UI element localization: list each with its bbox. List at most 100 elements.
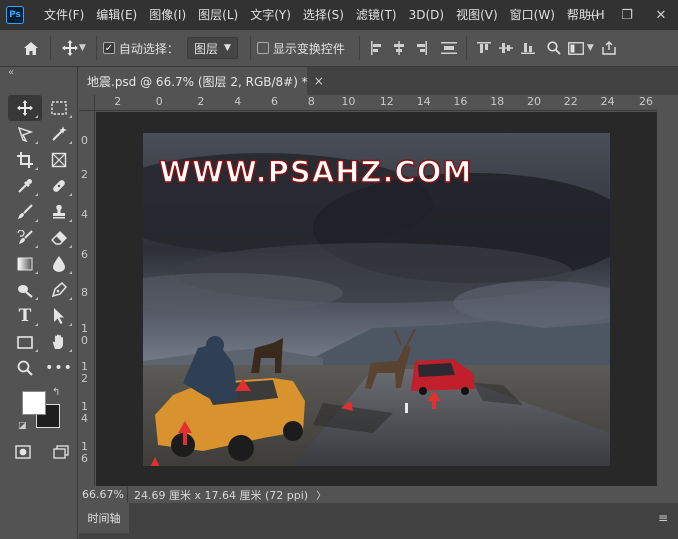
auto-select-target-dropdown[interactable]: 图层 ▼: [186, 37, 238, 59]
menu-window[interactable]: 窗口(W): [504, 0, 561, 30]
zoom-icon[interactable]: [8, 355, 42, 381]
status-menu-arrow-icon[interactable]: 〉: [316, 487, 326, 502]
ruler-tick-label: 1 6: [81, 440, 88, 465]
path-select-icon[interactable]: [42, 303, 76, 329]
screen-mode-icon[interactable]: [48, 439, 74, 465]
menu-filter[interactable]: 滤镜(T): [350, 0, 403, 30]
menu-edit[interactable]: 编辑(E): [90, 0, 143, 30]
watermark-text: WWW.PSAHZ.COM: [158, 154, 473, 189]
align-left-icon[interactable]: [366, 35, 388, 61]
timeline-panel: 时间轴 ≡: [79, 503, 678, 539]
align-right-icon[interactable]: [410, 35, 432, 61]
collapse-panel-icon[interactable]: «: [0, 67, 77, 79]
zoom-level[interactable]: 66.67%: [79, 488, 127, 501]
eyedropper-icon[interactable]: [8, 173, 42, 199]
gradient-icon[interactable]: [8, 251, 42, 277]
menu-select[interactable]: 选择(S): [297, 0, 350, 30]
align-top-icon[interactable]: [473, 35, 495, 61]
align-vcenter-icon[interactable]: [495, 35, 517, 61]
magic-wand-icon[interactable]: [42, 121, 76, 147]
home-icon[interactable]: [18, 35, 44, 61]
stamp-icon[interactable]: [42, 199, 76, 225]
align-hcenter-icon[interactable]: [388, 35, 410, 61]
menu-3d[interactable]: 3D(D): [403, 0, 450, 30]
workspace-icon[interactable]: [565, 35, 587, 61]
close-tab-icon[interactable]: ×: [314, 74, 324, 88]
swap-colors-icon[interactable]: ↰: [52, 387, 60, 398]
menu-bar: Ps 文件(F) 编辑(E) 图像(I) 图层(L) 文字(Y) 选择(S) 滤…: [0, 0, 678, 30]
options-bar: ▼ ✓ 自动选择： 图层 ▼ 显示变换控件 ▼: [0, 30, 678, 67]
status-bar: 66.67% 24.69 厘米 x 17.64 厘米 (72 ppi) 〉: [79, 486, 678, 503]
chevron-down-icon: ▼: [223, 43, 231, 53]
hand-icon[interactable]: [42, 329, 76, 355]
vertical-ruler[interactable]: 0 2 4 6 8 1 0 1 2 1 4 1 6: [79, 111, 95, 486]
tools-panel: « T ••• ↰ ◪: [0, 67, 78, 539]
align-bottom-icon[interactable]: [517, 35, 539, 61]
vertical-scrollbar[interactable]: [657, 95, 678, 486]
ruler-tick-label: 6: [271, 95, 278, 108]
document-size: 24.69 厘米 x 17.64 厘米 (72 ppi): [127, 486, 308, 503]
ruler-tick-label: 4: [81, 208, 88, 221]
ruler-tick-label: 1 0: [81, 322, 88, 347]
ruler-tick-label: 14: [416, 95, 431, 108]
ruler-tick-label: 26: [639, 95, 653, 108]
share-icon[interactable]: [598, 35, 620, 61]
menu-type[interactable]: 文字(Y): [244, 0, 297, 30]
rectangle-icon[interactable]: [8, 329, 42, 355]
search-icon[interactable]: [543, 35, 565, 61]
move-icon[interactable]: [8, 95, 42, 121]
default-colors-icon[interactable]: ◪: [18, 421, 27, 431]
healing-icon[interactable]: [42, 173, 76, 199]
distribute-icon[interactable]: [438, 35, 460, 61]
document-tab-title: 地震.psd @ 66.7% (图层 2, RGB/8#) *: [87, 74, 308, 89]
dodge-icon[interactable]: [8, 277, 42, 303]
ruler-tick-label: 0: [81, 134, 88, 147]
frame-icon[interactable]: [42, 147, 76, 173]
minimize-button[interactable]: —: [576, 0, 610, 30]
ruler-tick-label: 8: [81, 286, 88, 299]
ruler-origin[interactable]: [79, 95, 95, 111]
pen-icon[interactable]: [42, 277, 76, 303]
ruler-tick-label: 18: [490, 95, 505, 108]
color-swatches: ↰ ◪: [18, 387, 66, 435]
blur-icon[interactable]: [42, 251, 76, 277]
auto-select-target-value: 图层: [193, 41, 218, 56]
ruler-tick-label: 2: [197, 95, 205, 108]
brush-icon[interactable]: [8, 199, 42, 225]
document-tab[interactable]: 地震.psd @ 66.7% (图层 2, RGB/8#) * ×: [79, 67, 324, 95]
menu-image[interactable]: 图像(I): [143, 0, 192, 30]
type-icon[interactable]: T: [8, 303, 42, 329]
separator: [50, 36, 51, 60]
ruler-tick-label: 2: [114, 95, 122, 108]
ruler-tick-label: 1 4: [81, 400, 88, 425]
show-transform-checkbox[interactable]: [256, 42, 269, 54]
auto-select-label: 自动选择：: [118, 41, 179, 56]
photoshop-logo: Ps: [6, 6, 24, 24]
quick-mask-icon[interactable]: [10, 439, 36, 465]
chevron-down-icon[interactable]: ▼: [79, 43, 86, 53]
menu-view[interactable]: 视图(V): [450, 0, 504, 30]
foreground-color-swatch[interactable]: [22, 391, 46, 415]
lasso-icon[interactable]: [8, 121, 42, 147]
separator: [465, 36, 467, 60]
auto-select-checkbox[interactable]: ✓: [102, 42, 115, 54]
timeline-tab[interactable]: 时间轴: [79, 503, 129, 533]
document-canvas[interactable]: WWW.PSAHZ.COM: [143, 133, 610, 466]
history-brush-icon[interactable]: [8, 225, 42, 251]
menu-list: 文件(F) 编辑(E) 图像(I) 图层(L) 文字(Y) 选择(S) 滤镜(T…: [38, 0, 611, 30]
window-controls: — ❐ ✕: [576, 0, 678, 30]
panel-menu-icon[interactable]: ≡: [658, 511, 668, 525]
restore-button[interactable]: ❐: [610, 0, 644, 30]
ruler-tick-label: 0: [155, 95, 163, 108]
menu-file[interactable]: 文件(F): [38, 0, 90, 30]
menu-layer[interactable]: 图层(L): [192, 0, 244, 30]
eraser-icon[interactable]: [42, 225, 76, 251]
chevron-down-icon[interactable]: ▼: [587, 43, 594, 53]
marquee-icon[interactable]: [42, 95, 76, 121]
horizontal-ruler[interactable]: 2 0 2 4 6 8 10 12 14 16 18 20 22 24 26: [95, 95, 665, 111]
separator: [358, 36, 360, 60]
more-icon[interactable]: •••: [42, 355, 76, 381]
crop-icon[interactable]: [8, 147, 42, 173]
close-button[interactable]: ✕: [644, 0, 678, 30]
document-tab-bar: 地震.psd @ 66.7% (图层 2, RGB/8#) * ×: [79, 67, 678, 95]
